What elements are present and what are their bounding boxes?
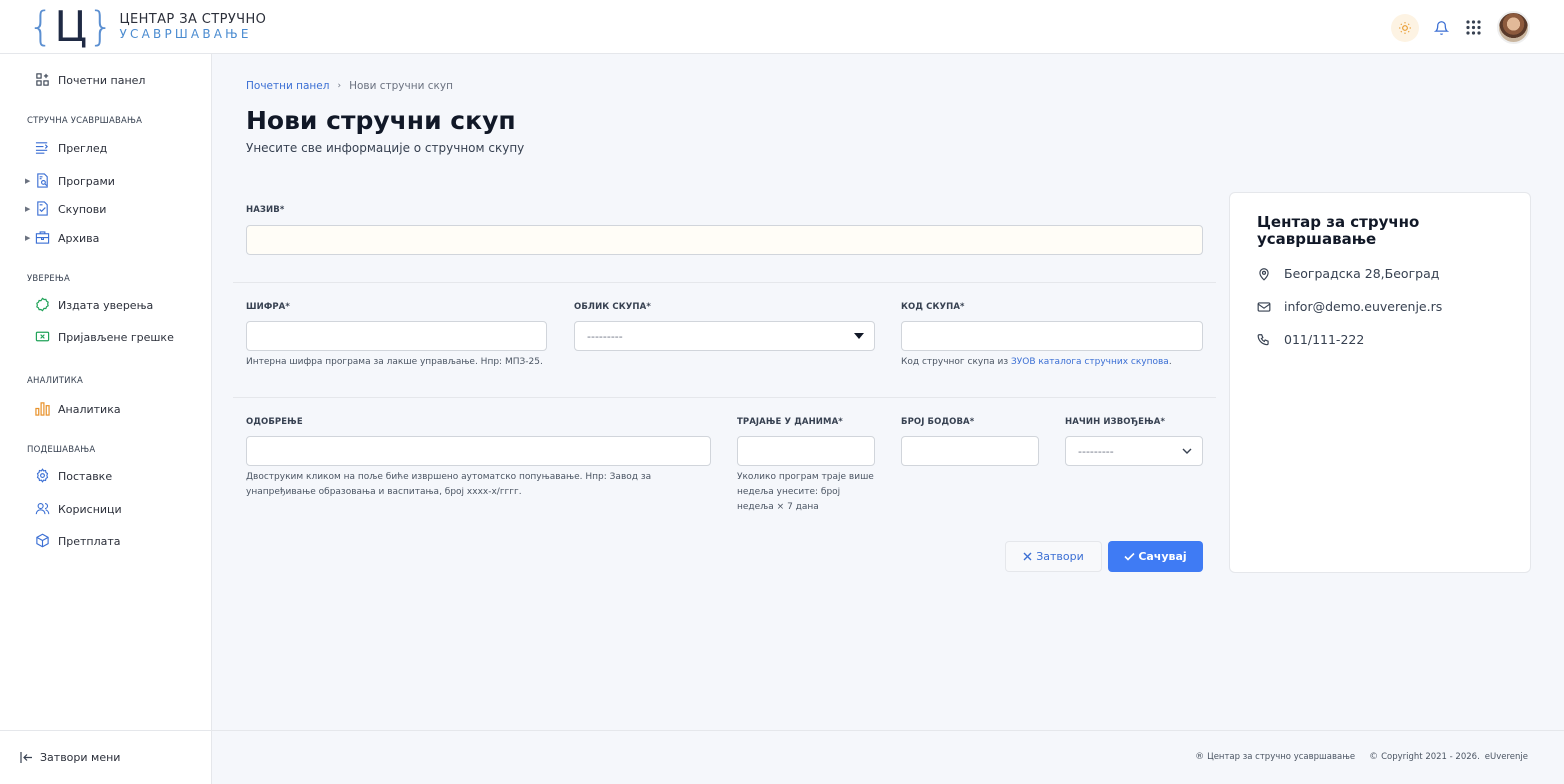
points-label: БРОЈ БОДОВА* <box>901 417 975 427</box>
sidebar-item-reported-errors[interactable]: Пријављене грешке <box>0 325 211 349</box>
phone-icon <box>1257 333 1269 345</box>
delivery-value: --------- <box>1078 444 1114 458</box>
mail-icon <box>1257 301 1271 312</box>
caret-down-icon <box>854 333 864 339</box>
logo-letter: Ц <box>54 2 88 51</box>
caret-right-icon: ▶ <box>25 205 31 213</box>
apps-grid-icon <box>1465 20 1481 35</box>
footer: ® Центар за стручно усавршавање © Copyri… <box>212 730 1564 784</box>
sidebar-item-programs[interactable]: ▶ Програми <box>0 169 211 193</box>
ticket-error-icon <box>35 331 50 342</box>
approval-label: ОДОБРЕЊЕ <box>246 417 303 427</box>
footer-org: Центар за стручно усавршавање <box>1207 752 1356 762</box>
bell-icon <box>1433 20 1449 35</box>
gear-icon <box>36 468 49 483</box>
sidebar-item-archive[interactable]: ▶ Архива <box>0 226 211 250</box>
bar-chart-icon <box>35 402 50 416</box>
sidebar-item-users[interactable]: Корисници <box>0 497 211 521</box>
page-subtitle: Унесите све информације о стручном скупу <box>246 141 525 155</box>
chevron-right-icon: › <box>337 81 342 91</box>
user-avatar[interactable] <box>1497 11 1530 44</box>
email-row: infor@demo.euverenje.rs <box>1257 299 1442 314</box>
top-bar: { Ц } ЦЕНТАР ЗА СТРУЧНО УСАВРШАВАЊЕ <box>0 0 1564 54</box>
sidebar-item-analytics[interactable]: Аналитика <box>0 397 211 421</box>
close-button[interactable]: Затвори <box>1005 541 1102 572</box>
sidebar-item-overview[interactable]: Преглед <box>0 136 211 160</box>
duration-hint: Уколико програм траје више недеља унесит… <box>737 472 874 512</box>
organization-card: Центар за стручно усавршавање Београдска… <box>1229 192 1531 573</box>
form-type-select[interactable]: --------- <box>574 321 875 351</box>
registered-icon: ® <box>1195 752 1205 762</box>
section-training: СТРУЧНА УСАВРШАВАЊА <box>27 116 143 126</box>
divider <box>233 282 1216 283</box>
address-row: Београдска 28,Београд <box>1257 266 1439 281</box>
catalog-link[interactable]: ЗУОВ каталога стручних скупова <box>1011 357 1169 367</box>
sun-icon <box>1399 21 1411 34</box>
footer-copyright: Copyright 2021 - 2026. <box>1381 752 1480 762</box>
badge-icon <box>36 297 49 312</box>
sidebar-item-dashboard[interactable]: Почетни панел <box>0 68 211 92</box>
theme-toggle-button[interactable] <box>1391 13 1419 42</box>
package-icon <box>36 533 49 548</box>
sidebar-item-gatherings[interactable]: ▶ Скупови <box>0 197 211 221</box>
page-title: Нови стручни скуп <box>246 106 516 135</box>
name-input[interactable] <box>246 225 1203 255</box>
gathering-code-label: КОД СКУПА* <box>901 302 965 312</box>
delivery-label: НАЧИН ИЗВОЂЕЊА* <box>1065 417 1166 427</box>
footer-brand[interactable]: eUverenje <box>1485 752 1528 762</box>
close-icon <box>1023 552 1032 561</box>
points-input[interactable] <box>901 436 1039 466</box>
code-input[interactable] <box>246 321 547 351</box>
approval-hint: Двоструким кликом на поље биће извршено … <box>246 472 652 497</box>
caret-right-icon: ▶ <box>25 177 31 185</box>
document-check-icon <box>37 201 48 216</box>
gathering-code-hint: Код стручног скупа из ЗУОВ каталога стру… <box>901 357 1172 367</box>
logo[interactable]: { Ц } ЦЕНТАР ЗА СТРУЧНО УСАВРШАВАЊЕ <box>28 6 266 48</box>
code-hint: Интерна шифра програма за лакше управљањ… <box>246 357 543 367</box>
code-label: ШИФРА* <box>246 302 290 312</box>
breadcrumb: Почетни панел › Нови стручни скуп <box>246 80 453 92</box>
sidebar-item-preferences[interactable]: Поставке <box>0 464 211 488</box>
breadcrumb-current: Нови стручни скуп <box>349 80 453 92</box>
document-search-icon <box>37 173 48 188</box>
form-type-value: --------- <box>587 329 623 343</box>
logo-line2: УСАВРШАВАЊЕ <box>119 27 252 41</box>
name-label: НАЗИВ* <box>246 205 285 215</box>
close-menu-button[interactable]: Затвори мени <box>0 730 211 784</box>
section-certificates: УВЕРЕЊА <box>27 274 70 284</box>
collapse-left-icon <box>20 752 32 763</box>
divider <box>233 397 1216 398</box>
breadcrumb-home[interactable]: Почетни панел <box>246 80 329 92</box>
list-icon <box>35 142 48 154</box>
location-pin-icon <box>1259 267 1269 281</box>
notifications-button[interactable] <box>1427 14 1455 42</box>
duration-input[interactable] <box>737 436 875 466</box>
approval-input[interactable] <box>246 436 711 466</box>
logo-mark: { Ц } <box>28 2 114 51</box>
gathering-code-input[interactable] <box>901 321 1203 351</box>
sidebar-item-issued[interactable]: Издата уверења <box>0 293 211 317</box>
save-button[interactable]: Сачувај <box>1108 541 1203 572</box>
phone-row: 011/111-222 <box>1257 332 1364 347</box>
duration-label: ТРАЈАЊЕ У ДАНИМА* <box>737 417 843 427</box>
sidebar-item-subscription[interactable]: Претплата <box>0 529 211 553</box>
chevron-down-icon <box>1182 448 1192 454</box>
logo-line1: ЦЕНТАР ЗА СТРУЧНО <box>119 12 267 27</box>
copyright-icon: © <box>1369 752 1379 762</box>
section-analytics: АНАЛИТИКА <box>27 376 83 386</box>
organization-name: Центар за стручно усавршавање <box>1257 213 1420 248</box>
dashboard-icon <box>36 73 49 86</box>
check-icon <box>1124 552 1135 561</box>
section-settings: ПОДЕШАВАЊА <box>27 445 96 455</box>
users-icon <box>35 502 50 515</box>
caret-right-icon: ▶ <box>25 234 31 242</box>
sidebar: Почетни панел СТРУЧНА УСАВРШАВАЊА Прегле… <box>0 54 212 784</box>
delivery-select[interactable]: --------- <box>1065 436 1203 466</box>
form-type-label: ОБЛИК СКУПА* <box>574 302 651 312</box>
archive-icon <box>35 231 50 244</box>
apps-button[interactable] <box>1459 14 1487 42</box>
